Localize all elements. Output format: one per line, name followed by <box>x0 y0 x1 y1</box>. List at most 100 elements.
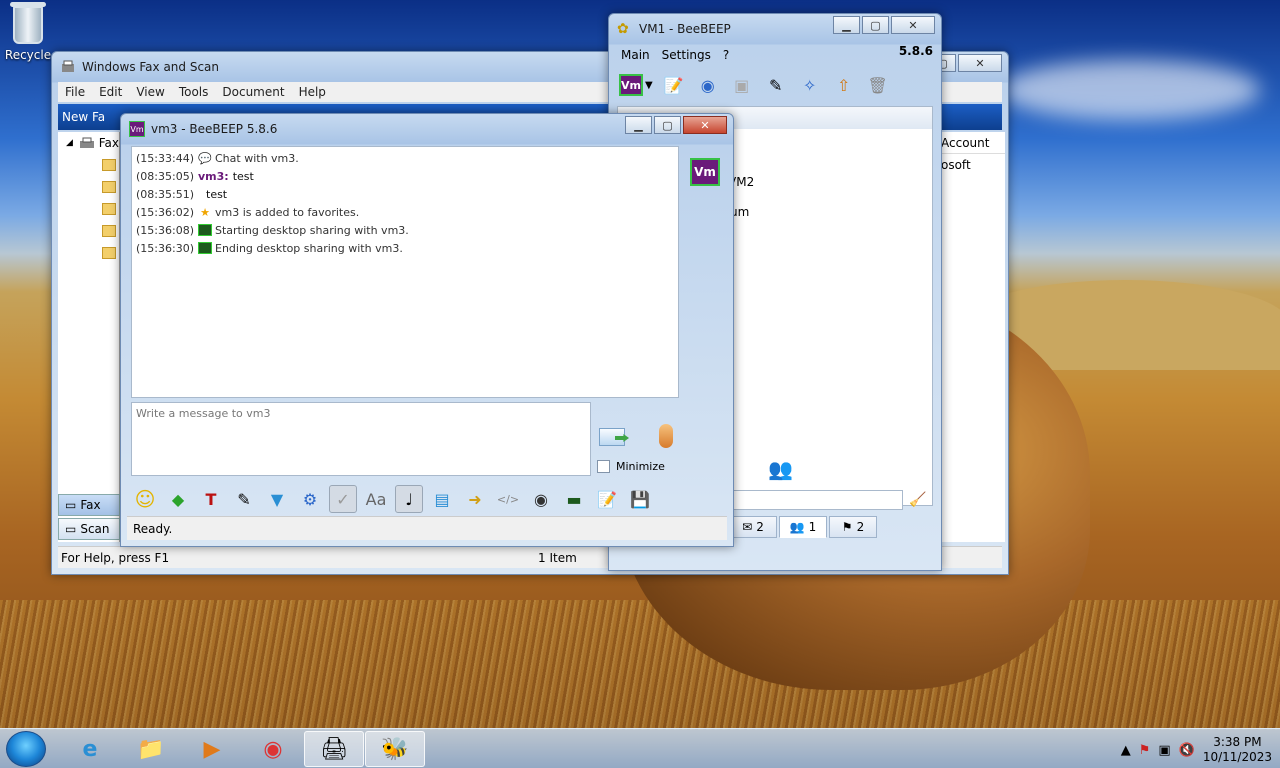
chat-member-avatar[interactable]: Vm <box>690 158 720 186</box>
fax-nav-tabs: ▭ Fax ▭ Scan <box>58 494 120 542</box>
fax-status-items: 1 Item <box>538 550 577 565</box>
minimize-option[interactable]: Minimize <box>597 460 665 473</box>
chrome-icon[interactable]: ◉ <box>243 731 303 767</box>
vm1-close-button[interactable]: ✕ <box>891 16 935 34</box>
color-icon[interactable]: ✎ <box>230 485 258 513</box>
settings-icon[interactable]: ⚙ <box>296 485 324 513</box>
font-icon[interactable]: T <box>197 485 225 513</box>
spellcheck-icon[interactable]: ✓ <box>329 485 357 513</box>
network-icon[interactable]: ◉ <box>695 73 721 97</box>
vm1-minimize-button[interactable]: ▁ <box>833 16 860 34</box>
share-folder-icon[interactable]: ▣ <box>729 73 755 97</box>
beebeep-chat-window[interactable]: Vm vm3 - BeeBEEP 5.8.6 ▁ ▢ ✕ (15:33:44) … <box>120 113 734 547</box>
fax-app-icon <box>62 60 74 72</box>
tree-folder[interactable] <box>58 154 119 176</box>
notes-icon[interactable]: 📝 <box>593 485 621 513</box>
expand-icon[interactable]: ◢ <box>66 138 73 148</box>
fax-close-button[interactable]: ✕ <box>958 54 1002 72</box>
network-tray-icon[interactable]: ▣ <box>1158 743 1170 758</box>
send-file-icon[interactable]: ➜ <box>461 485 489 513</box>
message-input[interactable]: Write a message to vm3 <box>131 402 591 476</box>
recycle-bin-desktop-icon[interactable]: Recycle <box>4 2 52 62</box>
account-column-header[interactable]: Account <box>941 132 1005 154</box>
tree-root-fax[interactable]: ◢ Fax <box>58 132 119 154</box>
screen-share-icon[interactable]: ▬ <box>560 485 588 513</box>
system-tray: ▲ ⚑ ▣ 🔇 3:38 PM 10/11/2023 <box>1121 735 1272 765</box>
recycle-bin-label: Recycle <box>4 48 52 62</box>
nav-scan-tab[interactable]: ▭ Scan <box>58 518 120 540</box>
volume-muted-icon[interactable]: 🔇 <box>1179 743 1195 758</box>
message-input-placeholder: Write a message to vm3 <box>136 407 271 420</box>
taskbar-clock[interactable]: 3:38 PM 10/11/2023 <box>1203 735 1272 765</box>
fax-menu-edit[interactable]: Edit <box>92 82 129 102</box>
text-size-icon[interactable]: Aa <box>362 485 390 513</box>
users-icon: 👥 <box>789 520 805 534</box>
send-message-icon[interactable] <box>599 424 631 448</box>
tab-chats[interactable]: ✉ 2 <box>729 516 777 538</box>
fax-menu-view[interactable]: View <box>129 82 171 102</box>
message-sender: vm3: <box>198 169 229 183</box>
fax-taskbar-icon[interactable]: 🖨 <box>304 731 364 767</box>
save-chat-icon[interactable]: ▤ <box>428 485 456 513</box>
music-note-icon[interactable]: ♩ <box>395 485 423 513</box>
chevron-down-icon[interactable]: ▼ <box>645 80 653 91</box>
emoticons-icon[interactable]: ◆ <box>164 485 192 513</box>
scan-nav-icon: ▭ <box>65 522 77 536</box>
nav-fax-tab[interactable]: ▭ Fax <box>58 494 120 516</box>
edit-icon[interactable]: ✎ <box>763 73 789 97</box>
chat-maximize-button[interactable]: ▢ <box>654 116 681 134</box>
tree-folder[interactable] <box>58 242 119 264</box>
microphone-icon[interactable] <box>659 424 673 448</box>
tab-groups[interactable]: ⚑ 2 <box>829 516 877 538</box>
message-timestamp: (15:36:08) <box>136 223 194 237</box>
fax-menu-tools[interactable]: Tools <box>172 82 216 102</box>
fax-menu-document[interactable]: Document <box>215 82 291 102</box>
users-group-icon: 👥 <box>768 457 793 481</box>
floppy-save-icon[interactable]: 💾 <box>626 485 654 513</box>
internet-explorer-icon[interactable]: e <box>60 731 120 767</box>
show-hidden-icons[interactable]: ▲ <box>1121 743 1131 758</box>
vm1-titlebar[interactable]: ✿ VM1 - BeeBEEP ▁ ▢ ✕ <box>609 14 941 44</box>
update-icon[interactable]: ⇧ <box>831 73 857 97</box>
vm1-menu-settings[interactable]: Settings <box>656 48 717 62</box>
minimize-checkbox[interactable] <box>597 460 610 473</box>
fax-machine-icon <box>79 137 94 148</box>
trash-icon[interactable]: 🗑 <box>865 73 891 97</box>
nav-scan-label: Scan <box>80 522 110 536</box>
start-button[interactable] <box>6 731 46 767</box>
tree-folder[interactable] <box>58 198 119 220</box>
chat-close-button[interactable]: ✕ <box>683 116 727 134</box>
chat-minimize-button[interactable]: ▁ <box>625 116 652 134</box>
camera-icon[interactable]: ◉ <box>527 485 555 513</box>
notes-icon[interactable]: 📝 <box>661 73 687 97</box>
media-player-icon[interactable]: ▶ <box>182 731 242 767</box>
broom-icon[interactable]: 🧹 <box>909 492 926 508</box>
groups-icon: ⚑ <box>841 520 853 534</box>
beebeep-taskbar-icon[interactable]: 🐝 <box>365 731 425 767</box>
taskbar: e 📁 ▶ ◉ 🖨 🐝 ▲ ⚑ ▣ 🔇 3:38 PM 10/11/2023 <box>0 728 1280 768</box>
fax-menu-file[interactable]: File <box>58 82 92 102</box>
code-icon[interactable]: </> <box>494 485 522 513</box>
fax-menu-help[interactable]: Help <box>292 82 333 102</box>
chat-titlebar[interactable]: Vm vm3 - BeeBEEP 5.8.6 ▁ ▢ ✕ <box>121 114 733 144</box>
new-fax-button[interactable]: New Fa <box>62 110 105 124</box>
vm1-menu-main[interactable]: Main <box>615 48 656 62</box>
tools-icon[interactable]: ✧ <box>797 73 823 97</box>
account-cell[interactable]: osoft <box>941 154 1005 172</box>
tree-folder[interactable] <box>58 220 119 242</box>
tree-folder[interactable] <box>58 176 119 198</box>
tab-users[interactable]: 👥 1 <box>779 516 827 538</box>
file-explorer-icon[interactable]: 📁 <box>121 731 181 767</box>
smiley-icon[interactable]: ☺ <box>131 485 159 513</box>
vm1-menu-help[interactable]: ? <box>717 48 735 62</box>
fax-folder-tree: ◢ Fax <box>58 132 120 542</box>
filter-icon[interactable]: ▼ <box>263 485 291 513</box>
clock-date: 10/11/2023 <box>1202 750 1272 764</box>
sky-cloud <box>1000 60 1260 120</box>
vm-profile-button[interactable]: Vm <box>619 74 643 96</box>
vm1-search-input[interactable] <box>733 490 903 510</box>
action-center-icon[interactable]: ⚑ <box>1139 743 1151 758</box>
message-text: Ending desktop sharing with vm3. <box>215 241 403 255</box>
vm1-maximize-button[interactable]: ▢ <box>862 16 889 34</box>
chat-log[interactable]: (15:33:44) 💬 Chat with vm3. (08:35:05) v… <box>131 146 679 398</box>
